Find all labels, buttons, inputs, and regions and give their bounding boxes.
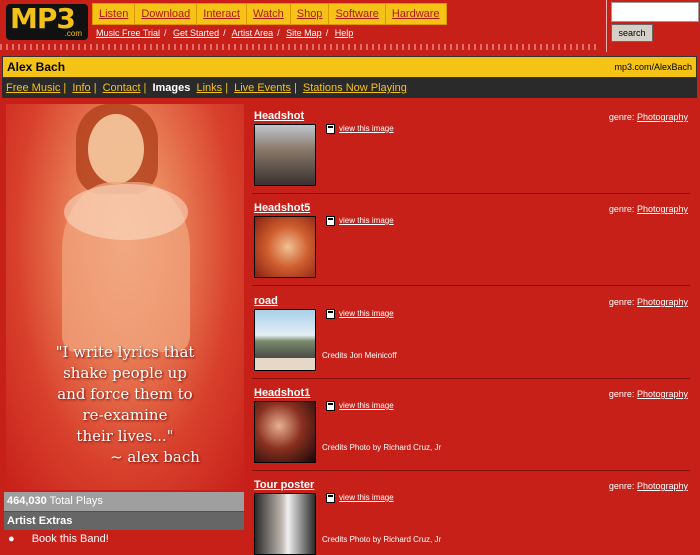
image-thumbnail[interactable]	[254, 493, 316, 555]
quote-line: shake people up	[63, 364, 187, 382]
image-title-link[interactable]: Headshot1	[254, 387, 310, 399]
image-genre: genre: Photography	[608, 481, 688, 491]
image-credits: Credits Jon Meinicoff	[322, 351, 397, 360]
sub-nav: Music Free Trial / Get Started / Artist Ar…	[96, 28, 354, 38]
subnav-artist-area[interactable]: Artist Area	[232, 28, 274, 38]
tab-contact[interactable]: Contact	[103, 82, 141, 94]
search-input[interactable]	[611, 2, 699, 22]
entry-divider	[252, 193, 690, 194]
subnav-free-trial[interactable]: Music Free Trial	[96, 28, 160, 38]
nav-download[interactable]: Download	[135, 4, 198, 24]
tab-live-events[interactable]: Live Events	[234, 82, 291, 94]
promo-quote: "I write lyrics that shake people up and…	[6, 342, 244, 468]
image-thumbnail[interactable]	[254, 124, 316, 186]
entry-divider	[252, 285, 690, 286]
image-entry: Tour poster genre: Photography view this…	[252, 479, 690, 555]
image-icon	[326, 124, 335, 134]
subnav-site-map[interactable]: Site Map	[286, 28, 322, 38]
plays-label: Total Plays	[49, 495, 103, 507]
nav-hardware[interactable]: Hardware	[386, 4, 446, 24]
genre-link[interactable]: Photography	[637, 204, 688, 214]
tab-links[interactable]: Links	[197, 82, 223, 94]
image-title-link[interactable]: Tour poster	[254, 479, 314, 491]
image-thumbnail[interactable]	[254, 216, 316, 278]
image-entry: Headshot genre: Photography view this im…	[252, 110, 690, 198]
genre-link[interactable]: Photography	[637, 389, 688, 399]
image-entry: Headshot1 genre: Photography view this i…	[252, 387, 690, 475]
logo-suffix: .com	[64, 29, 82, 38]
quote-line: re-examine	[82, 406, 168, 424]
artist-extras-heading: Artist Extras	[4, 512, 244, 530]
site-header: MP3 .com Listen Download Interact Watch …	[0, 0, 700, 56]
image-entry: Headshot5 genre: Photography view this i…	[252, 202, 690, 290]
view-image: view this image	[326, 216, 394, 226]
search-button[interactable]: search	[611, 24, 653, 42]
view-image-link[interactable]: view this image	[339, 401, 394, 410]
image-thumbnail[interactable]	[254, 401, 316, 463]
tab-free-music[interactable]: Free Music	[6, 82, 60, 94]
genre-link[interactable]: Photography	[637, 112, 688, 122]
image-genre: genre: Photography	[608, 389, 688, 399]
view-image-link[interactable]: view this image	[339, 309, 394, 318]
tab-info[interactable]: Info	[72, 82, 90, 94]
quote-line: and force them to	[57, 385, 193, 403]
view-image-link[interactable]: view this image	[339, 124, 394, 133]
quote-signature: ~ alex bach	[110, 448, 200, 466]
genre-link[interactable]: Photography	[637, 297, 688, 307]
image-icon	[326, 401, 335, 411]
entry-divider	[252, 470, 690, 471]
image-genre: genre: Photography	[608, 204, 688, 214]
image-credits: Credits Photo by Richard Cruz, Jr	[322, 535, 442, 544]
quote-line: their lives..."	[76, 427, 174, 445]
image-credits: Credits Photo by Richard Cruz, Jr	[322, 443, 442, 452]
artist-title-bar: Alex Bach mp3.com/AlexBach	[2, 56, 697, 78]
image-icon	[326, 493, 335, 503]
view-image-link[interactable]: view this image	[339, 216, 394, 225]
view-image: view this image	[326, 309, 394, 319]
book-band-link[interactable]: Book this Band!	[32, 533, 109, 545]
image-entry: road genre: Photography view this image …	[252, 295, 690, 383]
entry-divider	[252, 378, 690, 379]
extras-list: ● Book this Band!	[8, 533, 109, 545]
nav-interact[interactable]: Interact	[197, 4, 247, 24]
plays-count: 464,030	[7, 495, 47, 507]
artist-name: Alex Bach	[7, 60, 66, 74]
bullet-icon: ●	[8, 533, 15, 545]
subnav-get-started[interactable]: Get Started	[173, 28, 219, 38]
image-icon	[326, 309, 335, 319]
image-title-link[interactable]: Headshot	[254, 110, 304, 122]
quote-line: "I write lyrics that	[55, 343, 195, 361]
genre-link[interactable]: Photography	[637, 481, 688, 491]
dotted-divider	[0, 44, 600, 50]
view-image: view this image	[326, 401, 394, 411]
image-genre: genre: Photography	[608, 297, 688, 307]
photo-collar	[64, 184, 188, 240]
artist-url: mp3.com/AlexBach	[614, 62, 692, 72]
top-nav: Listen Download Interact Watch Shop Soft…	[92, 3, 447, 25]
nav-shop[interactable]: Shop	[291, 4, 330, 24]
view-image: view this image	[326, 493, 394, 503]
view-image: view this image	[326, 124, 394, 134]
tab-images[interactable]: Images	[152, 82, 190, 94]
view-image-link[interactable]: view this image	[339, 493, 394, 502]
nav-software[interactable]: Software	[329, 4, 386, 24]
nav-listen[interactable]: Listen	[93, 4, 136, 24]
photo-face	[88, 114, 144, 184]
tab-stations[interactable]: Stations Now Playing	[303, 82, 407, 94]
image-thumbnail[interactable]	[254, 309, 316, 371]
image-genre: genre: Photography	[608, 112, 688, 122]
image-icon	[326, 216, 335, 226]
nav-watch[interactable]: Watch	[247, 4, 291, 24]
image-title-link[interactable]: road	[254, 295, 278, 307]
artist-promo-image: "I write lyrics that shake people up and…	[6, 104, 244, 490]
artist-tabs: Free Music | Info | Contact | Images Links |…	[2, 78, 697, 98]
subnav-help[interactable]: Help	[335, 28, 354, 38]
mp3-logo[interactable]: MP3 .com	[6, 4, 88, 40]
header-divider	[606, 0, 607, 52]
total-plays: 464,030 Total Plays	[4, 492, 244, 511]
image-title-link[interactable]: Headshot5	[254, 202, 310, 214]
